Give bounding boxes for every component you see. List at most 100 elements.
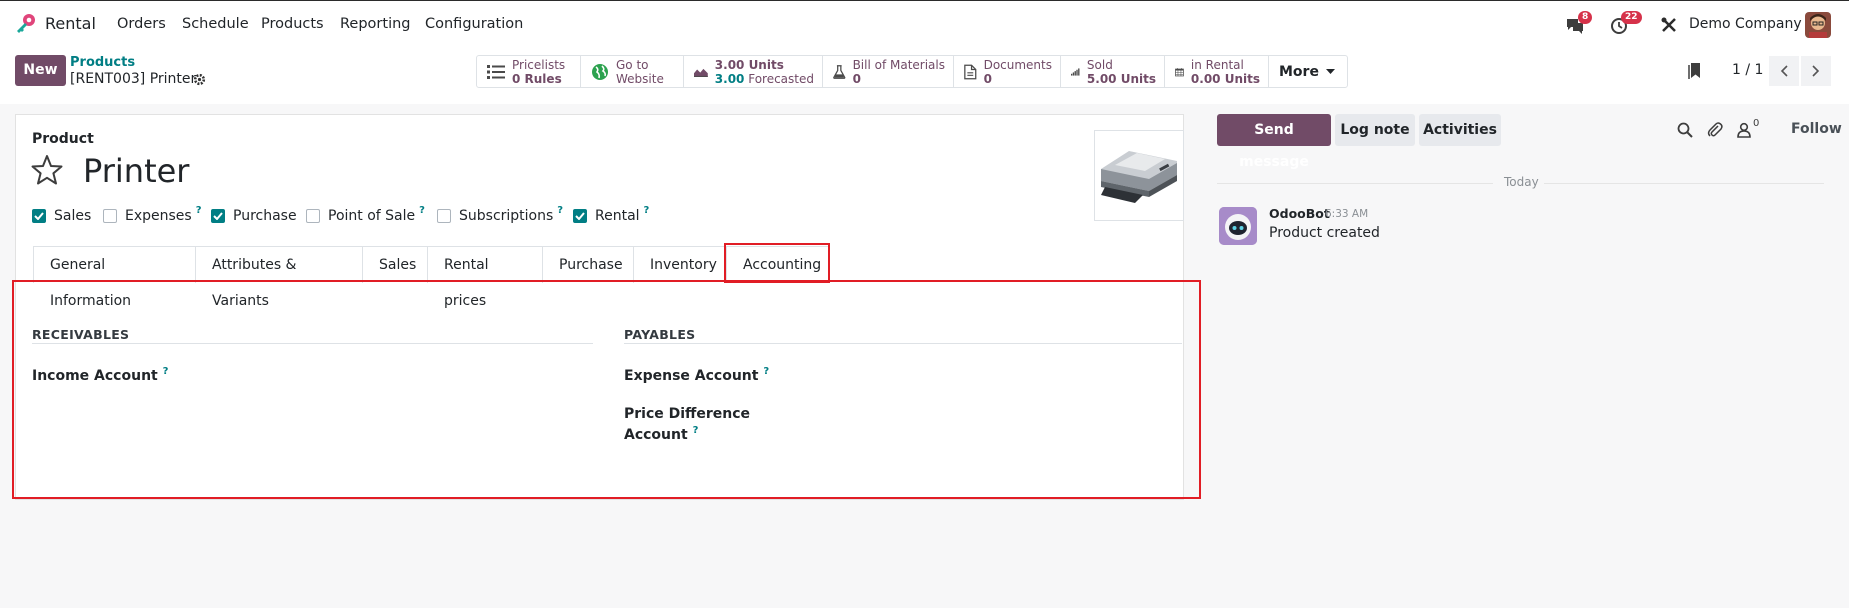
expenses-checkbox[interactable] bbox=[103, 209, 117, 223]
signal-bars-icon bbox=[1071, 67, 1080, 76]
menu-schedule[interactable]: Schedule bbox=[182, 16, 249, 32]
checkbox-purchase[interactable]: Purchase bbox=[211, 208, 297, 224]
checkbox-subscriptions[interactable]: Subscriptions ? bbox=[437, 205, 563, 224]
gear-icon[interactable] bbox=[193, 73, 206, 86]
purchase-checkbox-label: Purchase bbox=[233, 208, 297, 224]
calendar-icon bbox=[1175, 67, 1184, 76]
breadcrumb-products[interactable]: Products bbox=[70, 55, 135, 70]
point-of-sale-help-icon[interactable]: ? bbox=[419, 205, 425, 216]
tab-purchase[interactable]: Purchase bbox=[542, 246, 633, 283]
menu-reporting[interactable]: Reporting bbox=[340, 16, 411, 32]
checkbox-point-of-sale[interactable]: Point of Sale ? bbox=[306, 205, 425, 224]
globe-icon bbox=[592, 63, 608, 80]
accounting-tab-highlight bbox=[724, 243, 830, 283]
date-separator-left bbox=[1217, 183, 1493, 184]
forecast-button[interactable]: 3.00 Units 3.00 Forecasted bbox=[684, 56, 823, 87]
expense-account-text: Expense Account bbox=[624, 368, 759, 384]
documents-count: 0 bbox=[983, 71, 992, 86]
income-account-help-icon[interactable]: ? bbox=[163, 366, 169, 377]
checkmark-icon bbox=[34, 212, 44, 220]
subscriptions-checkbox[interactable] bbox=[437, 209, 451, 223]
document-icon bbox=[964, 64, 977, 79]
income-account-label: Income Account ? bbox=[32, 366, 168, 388]
activities-badge: 22 bbox=[1621, 11, 1642, 24]
chevron-right-icon bbox=[1812, 65, 1820, 77]
app-name[interactable]: Rental bbox=[45, 14, 96, 33]
pricelists-button[interactable]: Pricelists 0 Rules bbox=[477, 56, 581, 87]
log-note-button[interactable]: Log note bbox=[1335, 114, 1415, 146]
list-icon bbox=[487, 64, 505, 79]
in-rental-button[interactable]: in Rental 0.00 Units bbox=[1165, 56, 1269, 87]
go-to-website-button[interactable]: Go to Website bbox=[581, 56, 684, 87]
bookmark-icon[interactable] bbox=[1688, 62, 1702, 80]
expense-account-label: Expense Account ? bbox=[624, 366, 769, 388]
paperclip-icon[interactable] bbox=[1707, 122, 1723, 138]
activities-button[interactable]: Activities bbox=[1419, 114, 1501, 146]
tab-inventory[interactable]: Inventory bbox=[633, 246, 726, 283]
payables-title: PAYABLES bbox=[624, 327, 696, 342]
price-difference-line1: Price Difference bbox=[624, 406, 751, 422]
checkbox-sales[interactable]: Sales bbox=[32, 208, 91, 224]
product-name[interactable]: Printer bbox=[83, 152, 189, 190]
accounting-panel-highlight bbox=[12, 280, 1201, 499]
pager-next-button[interactable] bbox=[1801, 56, 1831, 86]
tab-attributes-variants[interactable]: Attributes & Variants bbox=[195, 246, 362, 309]
point-of-sale-checkbox-label: Point of Sale bbox=[328, 208, 416, 224]
tab-rental-prices[interactable]: Rental prices bbox=[427, 246, 542, 309]
favorite-star-icon[interactable] bbox=[31, 154, 63, 185]
robot-icon bbox=[1219, 207, 1257, 245]
rental-app-icon[interactable] bbox=[14, 13, 36, 35]
rental-help-icon[interactable]: ? bbox=[644, 205, 650, 216]
subscriptions-help-icon[interactable]: ? bbox=[557, 205, 563, 216]
send-message-button[interactable]: Send message bbox=[1217, 114, 1331, 170]
documents-button[interactable]: Documents 0 bbox=[954, 56, 1061, 87]
form-tabs: General Information Attributes & Variant… bbox=[33, 246, 830, 309]
top-navbar: Rental Orders Schedule Products Reportin… bbox=[0, 1, 1849, 47]
sold-button[interactable]: Sold 5.00 Units bbox=[1061, 56, 1165, 87]
bill-of-materials-button[interactable]: Bill of Materials 0 bbox=[823, 56, 954, 87]
new-button[interactable]: New bbox=[15, 55, 66, 86]
follow-button[interactable]: Follow bbox=[1791, 121, 1842, 137]
sales-checkbox-label: Sales bbox=[54, 208, 92, 224]
purchase-checkbox[interactable] bbox=[211, 209, 225, 223]
breadcrumb-current: [RENT003] Printer bbox=[70, 71, 197, 87]
company-switcher[interactable]: Demo Company bbox=[1689, 16, 1802, 32]
debug-tools-icon[interactable] bbox=[1660, 16, 1678, 34]
tab-general-information[interactable]: General Information bbox=[33, 246, 195, 309]
price-difference-help-icon[interactable]: ? bbox=[693, 425, 699, 436]
odoobot-avatar[interactable] bbox=[1219, 207, 1257, 245]
smart-buttons: Pricelists 0 Rules Go to Website 3.00 Unit… bbox=[476, 55, 1348, 88]
expenses-help-icon[interactable]: ? bbox=[196, 205, 202, 216]
bom-label: Bill of Materials bbox=[852, 57, 945, 72]
receivables-divider bbox=[32, 343, 593, 344]
record-type-label: Product bbox=[32, 131, 94, 147]
more-dropdown[interactable]: More bbox=[1269, 56, 1347, 87]
search-icon[interactable] bbox=[1677, 122, 1693, 138]
checkbox-rental[interactable]: Rental ? bbox=[573, 205, 650, 224]
price-difference-account-label: Price Difference Account ? bbox=[624, 404, 750, 447]
checkbox-expenses[interactable]: Expenses ? bbox=[103, 205, 202, 224]
pager-value[interactable]: 1 / 1 bbox=[1732, 62, 1763, 78]
user-avatar[interactable] bbox=[1805, 12, 1831, 38]
messages-badge: 8 bbox=[1578, 11, 1593, 24]
message-author[interactable]: OdooBot bbox=[1269, 206, 1330, 221]
menu-orders[interactable]: Orders bbox=[117, 16, 166, 32]
in-rental-value: 0.00 Units bbox=[1190, 71, 1260, 86]
menu-configuration[interactable]: Configuration bbox=[425, 16, 523, 32]
sales-checkbox[interactable] bbox=[32, 209, 46, 223]
menu-products[interactable]: Products bbox=[261, 16, 324, 32]
point-of-sale-checkbox[interactable] bbox=[306, 209, 320, 223]
pager-previous-button[interactable] bbox=[1769, 56, 1799, 86]
followers-count: 0 bbox=[1753, 118, 1760, 129]
tab-sales[interactable]: Sales bbox=[362, 246, 427, 283]
followers-icon[interactable] bbox=[1737, 122, 1751, 138]
documents-label: Documents bbox=[983, 57, 1052, 72]
rental-checkbox[interactable] bbox=[573, 209, 587, 223]
payables-divider bbox=[624, 343, 1182, 344]
product-image[interactable] bbox=[1094, 130, 1184, 221]
forecasted-value: 3.00 bbox=[714, 71, 745, 86]
income-account-text: Income Account bbox=[32, 368, 158, 384]
expense-account-help-icon[interactable]: ? bbox=[763, 366, 769, 377]
in-rental-label: in Rental bbox=[1190, 57, 1244, 72]
flask-icon bbox=[833, 64, 846, 79]
